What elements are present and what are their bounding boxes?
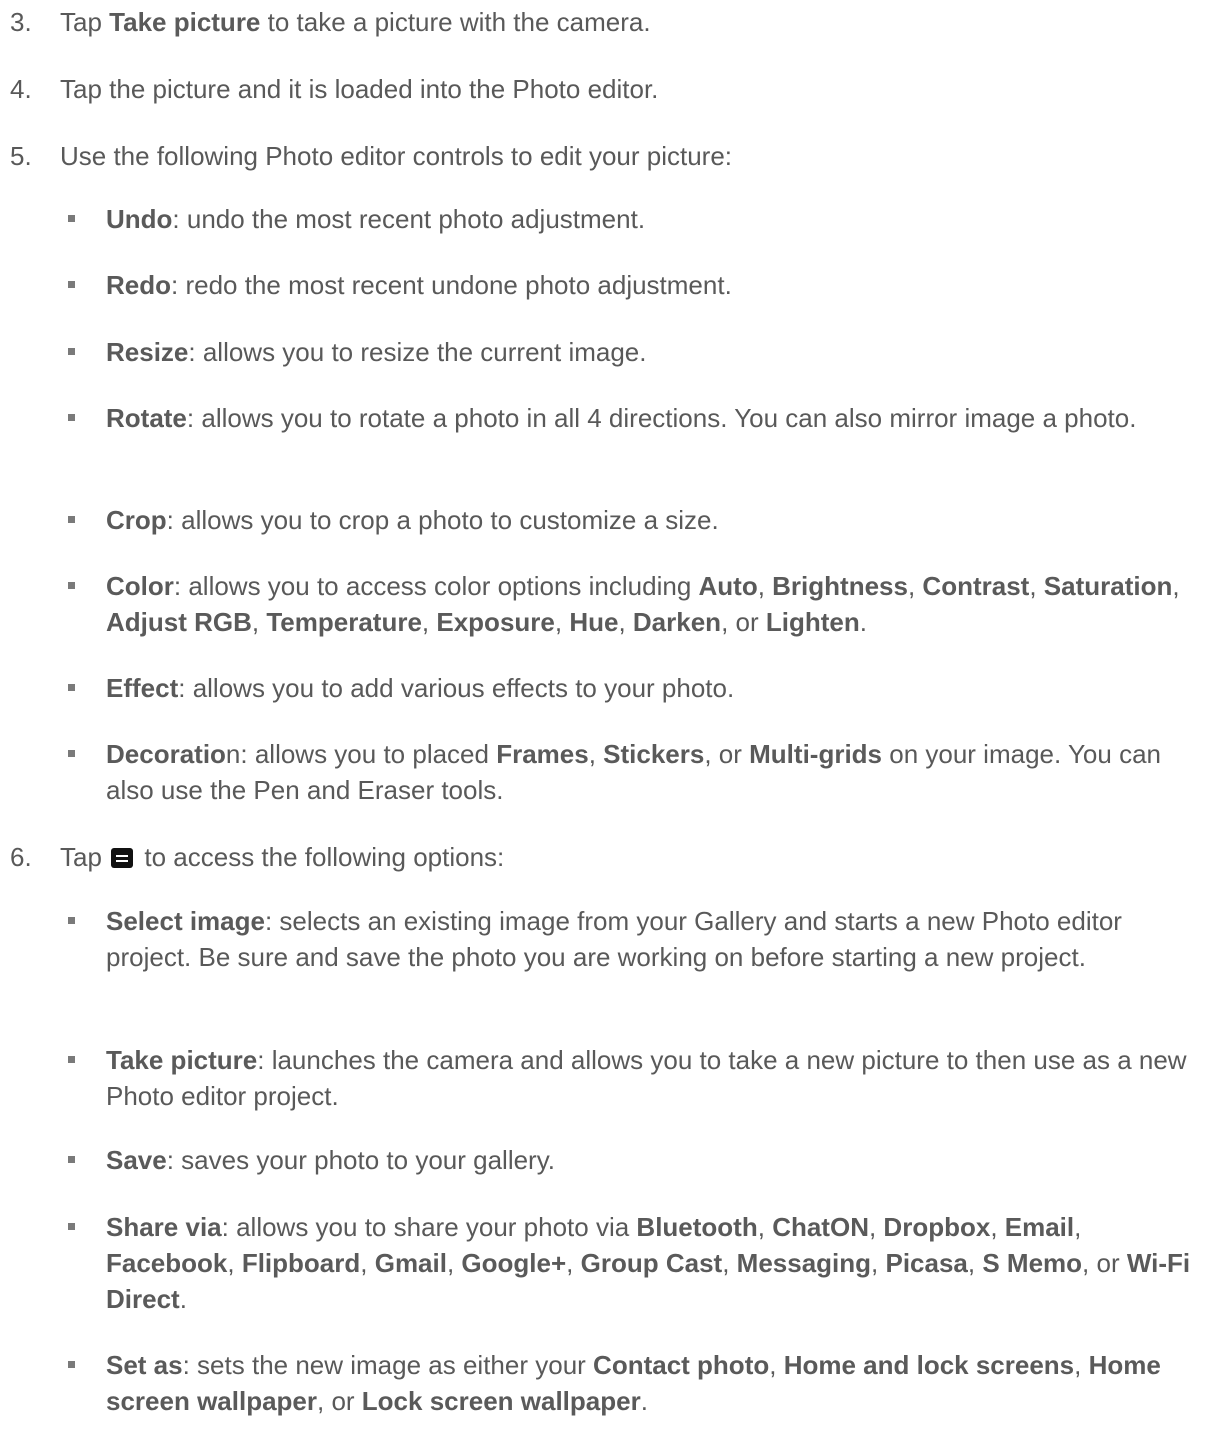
bullet-marker [68,1056,75,1063]
step-number: 3. [10,7,32,37]
bullet-marker [68,281,75,288]
step-text: Tap to access the following options: [60,842,505,872]
bullet-marker [68,917,75,924]
bullet-marker [68,1223,75,1230]
document-page: 3. Tap Take picture to take a picture wi… [0,0,1215,1442]
step-number: 5. [10,141,32,171]
bullet-marker [68,348,75,355]
bullet-marker [68,215,75,222]
bullet-marker [68,750,75,757]
bullet-marker [68,516,75,523]
bullet-marker [68,684,75,691]
bullet-marker [68,582,75,589]
bullet-marker [68,1361,75,1368]
menu-icon [111,848,134,868]
step-number: 4. [10,74,32,104]
step-text: Tap the picture and it is loaded into th… [60,74,659,104]
step-text: Tap Take picture to take a picture with … [60,7,651,37]
bullet-marker [68,414,75,421]
step-number: 6. [10,842,32,872]
bullet-marker [68,1156,75,1163]
step-text: Use the following Photo editor controls … [60,141,733,171]
